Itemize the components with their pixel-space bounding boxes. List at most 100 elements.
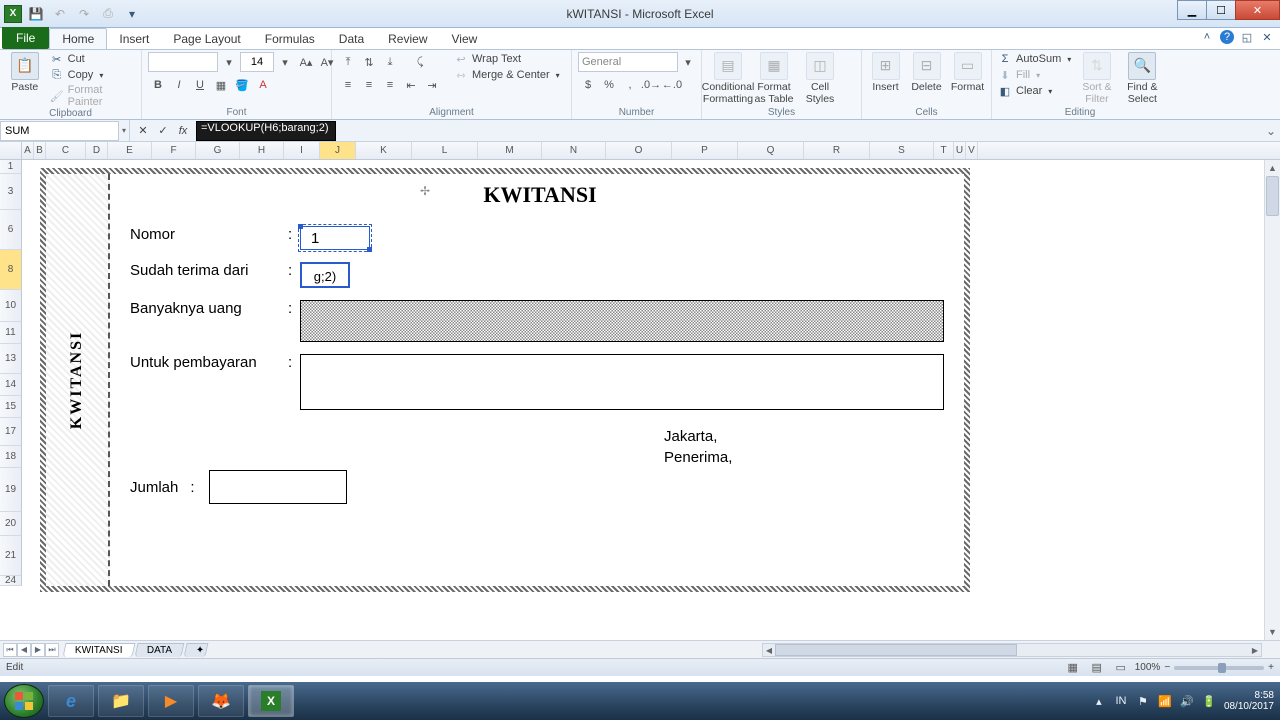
redo-icon[interactable]: ↷ [74, 4, 94, 24]
fx-icon[interactable]: fx [174, 122, 192, 140]
row-header-14[interactable]: 14 [0, 374, 22, 396]
orientation-icon[interactable]: ⤹ [410, 52, 430, 72]
align-bottom-icon[interactable]: ⤓ [380, 52, 400, 72]
font-family-select[interactable] [148, 52, 218, 72]
underline-button[interactable]: U [190, 75, 210, 95]
tab-home[interactable]: Home [49, 28, 107, 49]
col-header-T[interactable]: T [934, 142, 954, 159]
col-header-J[interactable]: J [320, 142, 356, 159]
row-header-18[interactable]: 18 [0, 446, 22, 468]
bold-button[interactable]: B [148, 75, 168, 95]
row-header-3[interactable]: 3 [0, 174, 22, 210]
tab-insert[interactable]: Insert [107, 29, 161, 49]
align-center-icon[interactable]: ≡ [359, 75, 379, 95]
col-header-F[interactable]: F [152, 142, 196, 159]
volume-icon[interactable]: 🔊 [1180, 694, 1194, 708]
vertical-scrollbar[interactable]: ▲ ▼ [1264, 160, 1280, 640]
col-header-U[interactable]: U [954, 142, 966, 159]
col-header-G[interactable]: G [196, 142, 240, 159]
scroll-down-icon[interactable]: ▼ [1265, 624, 1280, 640]
tab-file[interactable]: File [2, 27, 49, 49]
border-button[interactable]: ▦ [211, 75, 231, 95]
col-header-E[interactable]: E [108, 142, 152, 159]
currency-icon[interactable]: $ [578, 75, 598, 95]
cut-button[interactable]: ✂Cut [50, 52, 135, 66]
col-header-K[interactable]: K [356, 142, 412, 159]
undo-icon[interactable]: ↶ [50, 4, 70, 24]
row-header-11[interactable]: 11 [0, 322, 22, 344]
autosum-button[interactable]: ΣAutoSum▾ [998, 52, 1071, 66]
minimize-button[interactable] [1177, 0, 1207, 20]
merge-center-button[interactable]: ⇿Merge & Center▾ [454, 68, 560, 82]
battery-icon[interactable]: 🔋 [1202, 694, 1216, 708]
help-icon[interactable]: ? [1220, 30, 1234, 44]
task-ie[interactable]: e [48, 685, 94, 717]
row-header-1[interactable]: 1 [0, 160, 22, 174]
format-painter-button[interactable]: 🖌Format Painter [50, 84, 135, 108]
col-header-R[interactable]: R [804, 142, 870, 159]
enter-formula-button[interactable]: ✓ [154, 122, 172, 140]
name-box[interactable]: ▾ [0, 120, 130, 141]
col-header-Q[interactable]: Q [738, 142, 804, 159]
col-header-A[interactable]: A [22, 142, 34, 159]
row-header-8[interactable]: 8 [0, 250, 22, 290]
number-format-select[interactable] [578, 52, 678, 72]
align-middle-icon[interactable]: ⇅ [359, 52, 379, 72]
start-button[interactable] [4, 684, 44, 718]
tab-nav-next-icon[interactable]: ▶ [31, 643, 45, 657]
sheet-tab-kwitansi[interactable]: KWITANSI [63, 643, 136, 657]
col-header-O[interactable]: O [606, 142, 672, 159]
task-firefox[interactable]: 🦊 [198, 685, 244, 717]
font-size-select[interactable] [240, 52, 274, 72]
tab-nav-last-icon[interactable]: ⏭ [45, 643, 59, 657]
cancel-formula-button[interactable]: ✕ [134, 122, 152, 140]
close-button[interactable] [1235, 0, 1280, 20]
task-explorer[interactable]: 📁 [98, 685, 144, 717]
decrease-decimal-icon[interactable]: ←.0 [662, 75, 682, 95]
view-break-icon[interactable]: ▭ [1111, 658, 1131, 678]
tray-up-icon[interactable]: ▴ [1092, 694, 1106, 708]
col-header-N[interactable]: N [542, 142, 606, 159]
tab-formulas[interactable]: Formulas [253, 29, 327, 49]
scroll-thumb[interactable] [1266, 176, 1279, 216]
col-header-S[interactable]: S [870, 142, 934, 159]
scroll-up-icon[interactable]: ▲ [1265, 160, 1280, 176]
nomor-cell[interactable]: 1 [300, 226, 370, 250]
expand-formula-bar-icon[interactable]: ⌄ [1262, 120, 1280, 141]
zoom-in-button[interactable]: + [1268, 662, 1274, 673]
task-wmp[interactable]: ▶ [148, 685, 194, 717]
delete-cells-button[interactable]: ⊟Delete [909, 52, 944, 94]
sort-filter-button[interactable]: ⇅Sort & Filter [1077, 52, 1116, 105]
tab-data[interactable]: Data [327, 29, 376, 49]
maximize-button[interactable] [1206, 0, 1236, 20]
comma-icon[interactable]: , [620, 75, 640, 95]
jumlah-box[interactable] [209, 470, 347, 504]
bayar-box[interactable] [300, 354, 944, 410]
row-header-20[interactable]: 20 [0, 512, 22, 536]
close-workbook-icon[interactable]: ✕ [1260, 30, 1274, 44]
tab-nav-prev-icon[interactable]: ◀ [17, 643, 31, 657]
decrease-indent-icon[interactable]: ⇤ [401, 75, 421, 95]
percent-icon[interactable]: % [599, 75, 619, 95]
wrap-text-button[interactable]: ↩Wrap Text [454, 52, 560, 66]
insert-cells-button[interactable]: ⊞Insert [868, 52, 903, 94]
col-header-B[interactable]: B [34, 142, 46, 159]
paste-button[interactable]: 📋 Paste [6, 52, 44, 94]
tab-review[interactable]: Review [376, 29, 439, 49]
formula-input[interactable]: =VLOOKUP(H6;barang;2) [196, 121, 336, 141]
format-as-table-button[interactable]: ▦Format as Table [754, 52, 794, 105]
conditional-formatting-button[interactable]: ▤Conditional Formatting [708, 52, 748, 105]
uang-box[interactable] [300, 300, 944, 342]
row-header-24[interactable]: 24 [0, 576, 22, 586]
clock[interactable]: 8:58 08/10/2017 [1224, 690, 1274, 712]
print-icon[interactable]: ⎙ [98, 4, 118, 24]
save-icon[interactable]: 💾 [26, 4, 46, 24]
qat-dropdown-icon[interactable]: ▾ [122, 4, 142, 24]
col-header-D[interactable]: D [86, 142, 108, 159]
view-normal-icon[interactable]: ▦ [1063, 658, 1083, 678]
sheet-tab-data[interactable]: DATA [134, 643, 184, 657]
action-center-icon[interactable]: ⚑ [1136, 694, 1150, 708]
horizontal-scrollbar[interactable]: ◀ ▶ [762, 643, 1262, 657]
col-header-V[interactable]: V [966, 142, 978, 159]
col-header-P[interactable]: P [672, 142, 738, 159]
